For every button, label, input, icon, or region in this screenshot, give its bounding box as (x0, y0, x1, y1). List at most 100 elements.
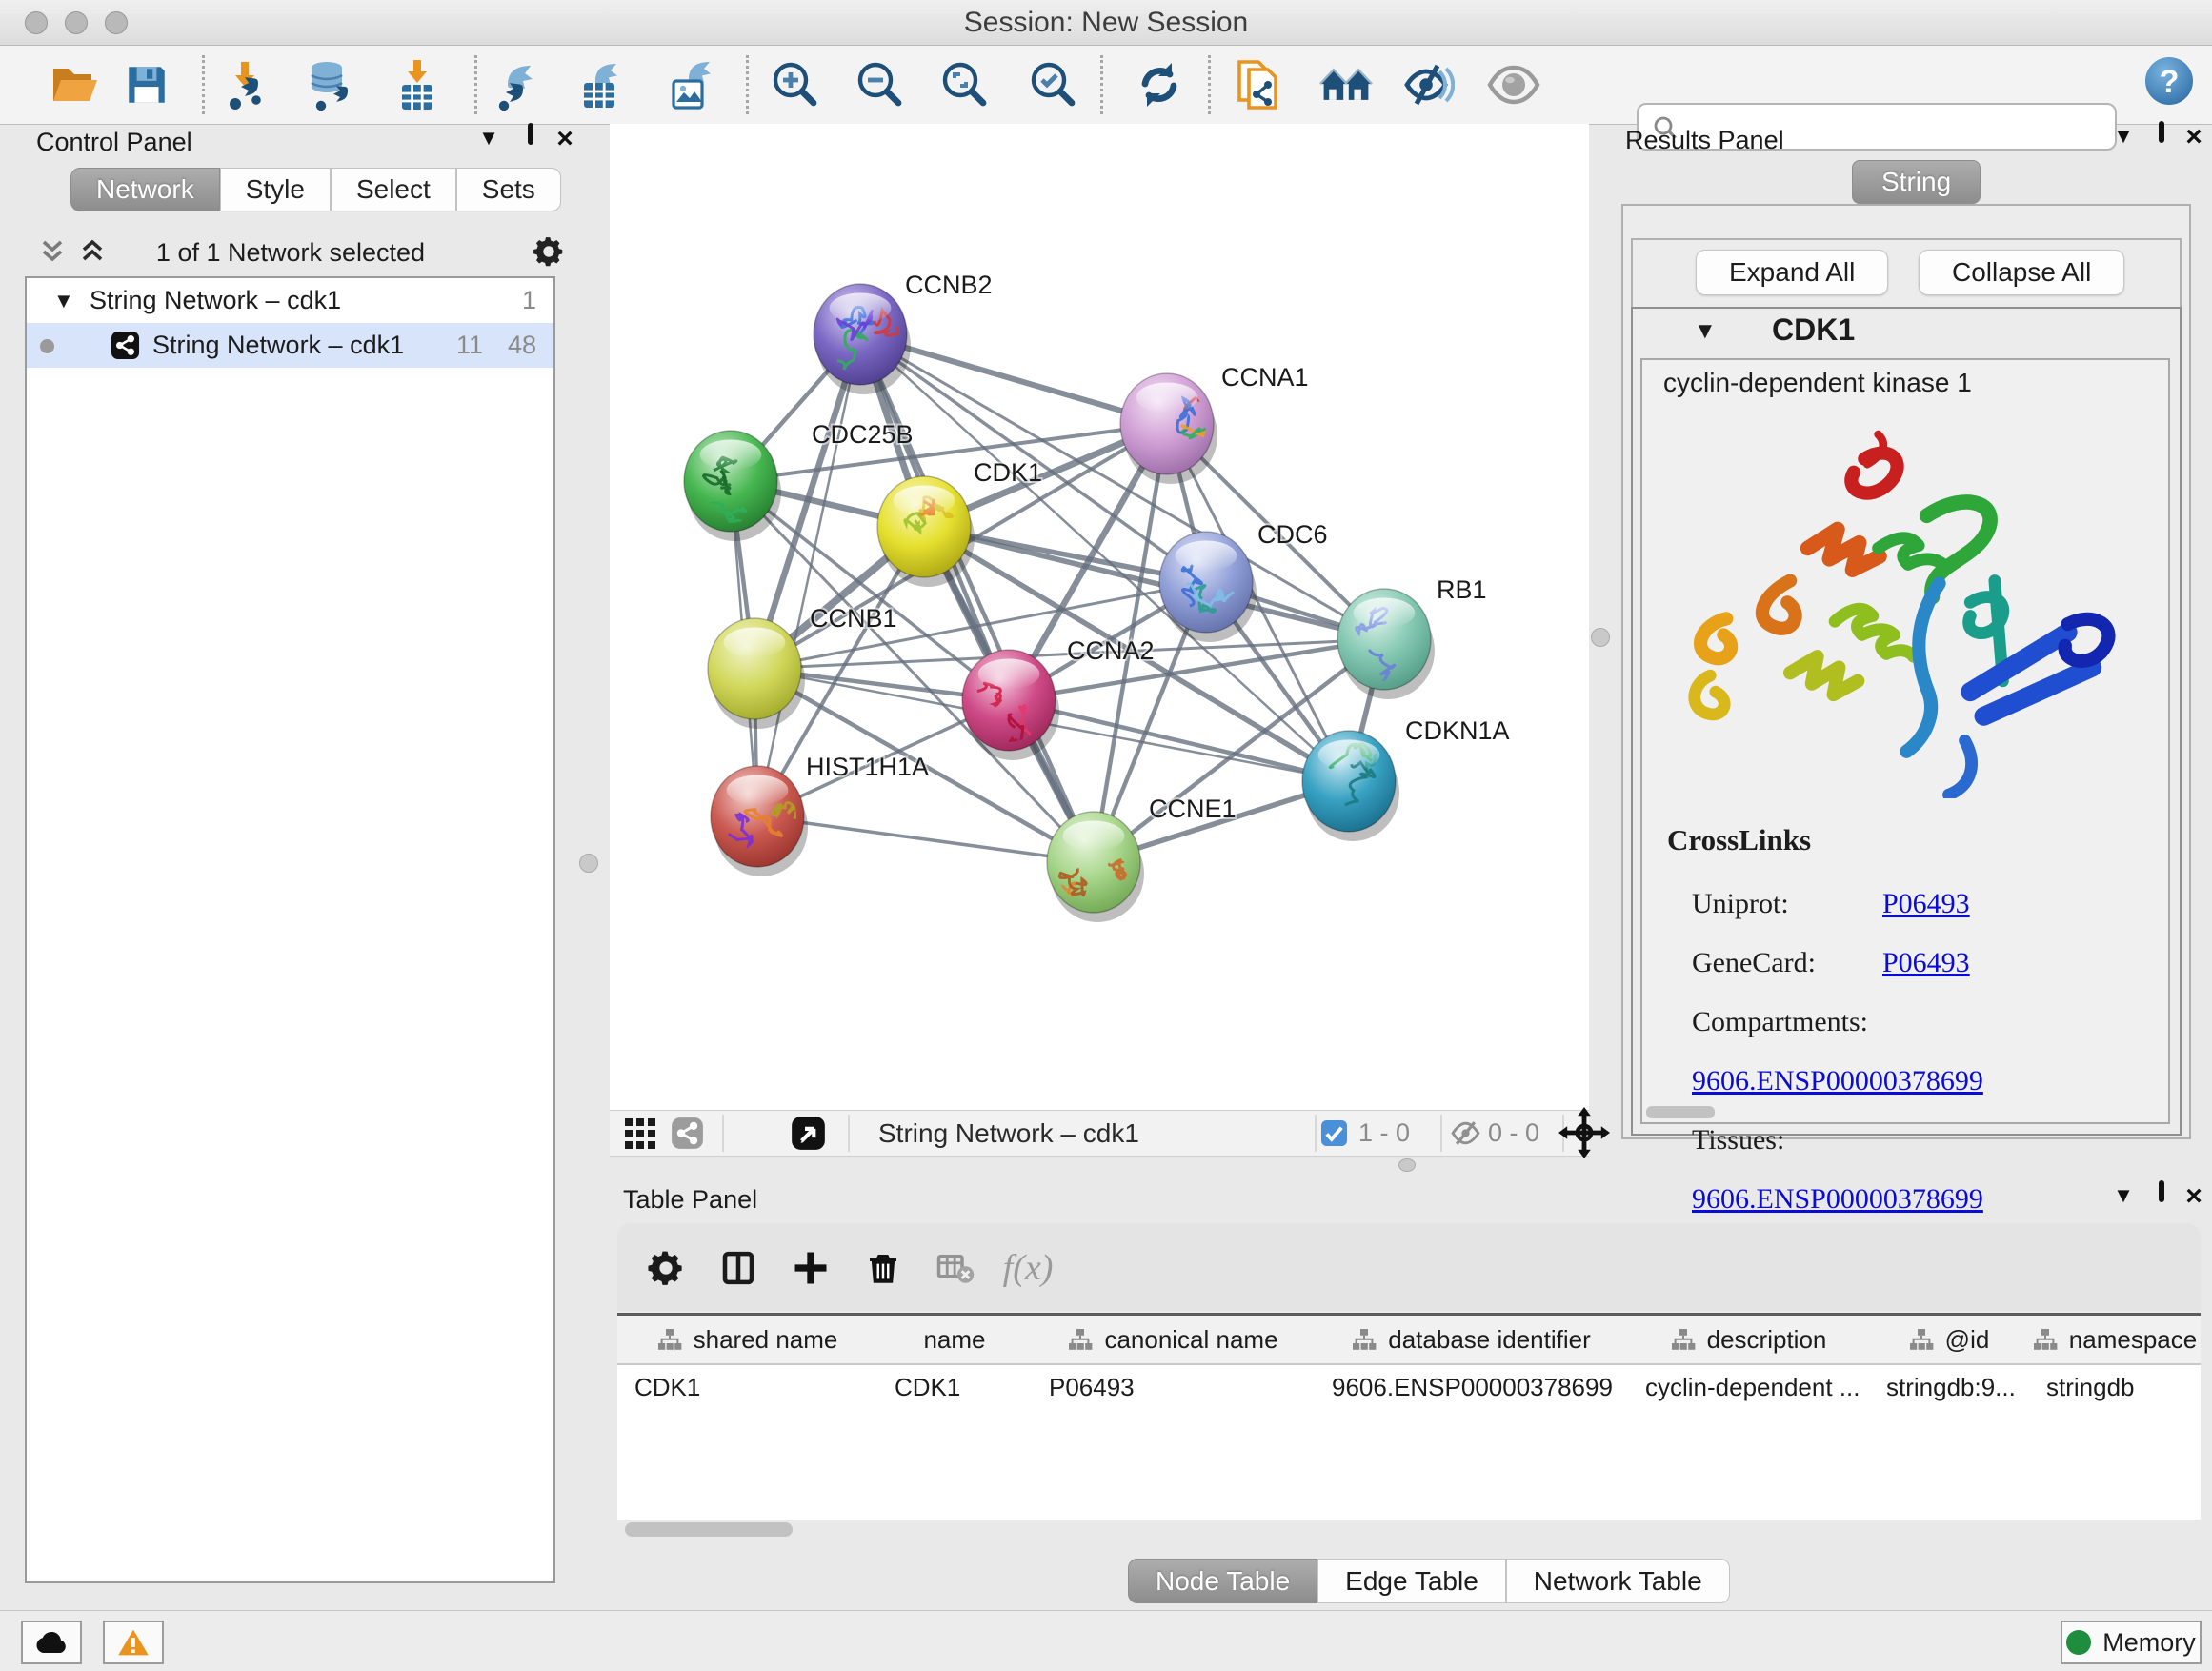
tab-edge-table[interactable]: Edge Table (1317, 1559, 1506, 1603)
panel-close-icon[interactable]: × (2178, 124, 2210, 152)
import-database-icon[interactable] (301, 57, 356, 112)
home-icon[interactable] (1318, 57, 1374, 112)
network-options-gear-icon[interactable] (532, 234, 566, 269)
table-cell[interactable]: stringdb:9... (1869, 1365, 2029, 1409)
table-cell[interactable]: CDK1 (617, 1365, 877, 1409)
selected-checkbox-icon[interactable] (1320, 1119, 1348, 1147)
crosslink-value[interactable]: 9606.ENSP00000378699 (1692, 1065, 1983, 1097)
column-header-canonical-name[interactable]: canonical name (1032, 1316, 1316, 1365)
panel-float-icon[interactable] (2145, 124, 2178, 152)
network-node-CDC6[interactable] (1159, 532, 1257, 642)
footer-separator (722, 1115, 724, 1152)
export-network-icon[interactable] (492, 57, 547, 112)
table-options-gear-icon[interactable] (644, 1246, 688, 1290)
import-table-icon[interactable] (390, 57, 445, 112)
tab-sets[interactable]: Sets (456, 168, 561, 211)
network-node-RB1[interactable] (1337, 589, 1435, 699)
panel-float-icon[interactable] (2145, 1183, 2178, 1212)
network-share-icon[interactable] (671, 1117, 704, 1150)
grid-view-icon[interactable] (625, 1118, 655, 1149)
memory-label: Memory (2102, 1628, 2196, 1658)
table-cell[interactable]: cyclin-dependent ... (1628, 1365, 1869, 1409)
column-header-shared-name[interactable]: shared name (617, 1316, 878, 1365)
panel-close-icon[interactable]: × (2178, 1183, 2210, 1212)
delete-column-icon[interactable] (861, 1246, 905, 1290)
clone-network-icon[interactable] (1231, 57, 1286, 112)
network-node-CCNB2[interactable] (814, 284, 911, 394)
show-columns-icon[interactable] (716, 1246, 760, 1290)
shared-column-icon (1068, 1327, 1093, 1352)
vertical-splitter-handle[interactable] (1591, 628, 1610, 647)
expand-all-button[interactable]: Expand All (1696, 250, 1888, 295)
column-header-database-identifier[interactable]: database identifier (1315, 1316, 1629, 1365)
refresh-icon[interactable] (1132, 57, 1187, 112)
save-session-icon[interactable] (119, 57, 174, 112)
help-icon[interactable]: ? (2142, 53, 2197, 109)
table-cell[interactable]: CDK1 (877, 1365, 1032, 1409)
warning-status-button[interactable] (103, 1621, 164, 1664)
horizontal-splitter-handle[interactable] (1398, 1158, 1416, 1172)
network-node-CDK1[interactable] (877, 476, 975, 587)
export-image-icon[interactable] (665, 57, 720, 112)
add-column-icon[interactable] (789, 1246, 833, 1290)
network-node-CCNA2[interactable] (962, 650, 1059, 760)
network-node-CCNE1[interactable] (1047, 812, 1144, 922)
network-edge[interactable] (860, 334, 1094, 862)
zoom-fit-icon[interactable] (937, 57, 993, 112)
zoom-out-icon[interactable] (853, 57, 908, 112)
column-header-name[interactable]: name (877, 1316, 1033, 1365)
network-row[interactable]: String Network – cdk1 11 48 (27, 323, 553, 368)
column-header-id[interactable]: @id (1869, 1316, 2030, 1365)
tab-node-table[interactable]: Node Table (1128, 1559, 1317, 1603)
column-header-namespace[interactable]: namespace (2029, 1316, 2201, 1365)
memory-button[interactable]: Memory (2061, 1621, 2202, 1664)
protein-collapse-icon[interactable]: ▼ (1694, 318, 1717, 345)
network-node-CCNA1[interactable] (1120, 357, 1227, 484)
hidden-counts: 0 - 0 (1488, 1111, 1539, 1156)
vertical-splitter-handle[interactable] (579, 854, 598, 873)
network-node-HIST1H1A[interactable] (711, 766, 808, 876)
crosslink-row: GeneCard:P06493 (1692, 934, 2168, 993)
tab-network-table[interactable]: Network Table (1506, 1559, 1730, 1603)
table-cell[interactable]: P06493 (1032, 1365, 1315, 1409)
show-panel-eye-icon[interactable] (1486, 57, 1541, 112)
tab-network[interactable]: Network (70, 168, 220, 211)
zoom-in-icon[interactable] (768, 57, 823, 112)
panel-float-icon[interactable] (514, 126, 547, 154)
birdseye-view-icon[interactable] (791, 1116, 826, 1151)
import-network-icon[interactable] (217, 57, 272, 112)
table-cell[interactable]: stringdb (2029, 1365, 2201, 1409)
network-node-CDKN1A[interactable] (1302, 731, 1412, 841)
export-table-icon[interactable] (575, 57, 631, 112)
panel-collapse-icon[interactable]: ▼ (473, 126, 505, 154)
panel-close-icon[interactable]: × (549, 126, 581, 154)
horizontal-scrollbar-thumb[interactable] (1646, 1106, 1715, 1118)
function-builder-icon[interactable]: f(x) (1006, 1246, 1050, 1290)
hide-panel-eye-icon[interactable] (1400, 57, 1456, 112)
open-session-icon[interactable] (48, 57, 103, 112)
network-edge[interactable] (757, 334, 860, 816)
selected-counts: 1 - 0 (1358, 1111, 1410, 1156)
network-edge[interactable] (757, 816, 1094, 862)
column-header-description[interactable]: description (1628, 1316, 1870, 1365)
delete-table-icon[interactable] (934, 1246, 977, 1290)
cloud-status-button[interactable] (21, 1621, 82, 1664)
collection-expand-icon[interactable]: ▼ (53, 278, 74, 323)
tab-string[interactable]: String (1852, 160, 1981, 204)
network-collection-row[interactable]: ▼ String Network – cdk1 1 (27, 278, 553, 323)
string-network-graph[interactable]: CCNB2CCNA1CDC25BCDK1CDC6RB1CCNB1CCNA2CDK… (610, 124, 1589, 1110)
tab-select[interactable]: Select (331, 168, 456, 211)
network-canvas[interactable]: CCNB2CCNA1CDC25BCDK1CDC6RB1CCNB1CCNA2CDK… (610, 124, 1589, 1110)
panel-collapse-icon[interactable]: ▼ (2107, 124, 2140, 152)
pan-move-icon[interactable] (1557, 1105, 1612, 1160)
crosslink-value[interactable]: P06493 (1882, 888, 1970, 919)
crosslink-value[interactable]: P06493 (1882, 947, 1970, 978)
network-node-CDC25B[interactable] (684, 431, 781, 541)
zoom-selected-icon[interactable] (1026, 57, 1081, 112)
tab-style[interactable]: Style (220, 168, 331, 211)
horizontal-scrollbar-thumb[interactable] (625, 1522, 793, 1537)
shared-column-icon (657, 1327, 682, 1352)
panel-collapse-icon[interactable]: ▼ (2107, 1183, 2140, 1212)
collapse-all-button[interactable]: Collapse All (1919, 250, 2124, 295)
table-cell[interactable]: 9606.ENSP00000378699 (1315, 1365, 1628, 1409)
